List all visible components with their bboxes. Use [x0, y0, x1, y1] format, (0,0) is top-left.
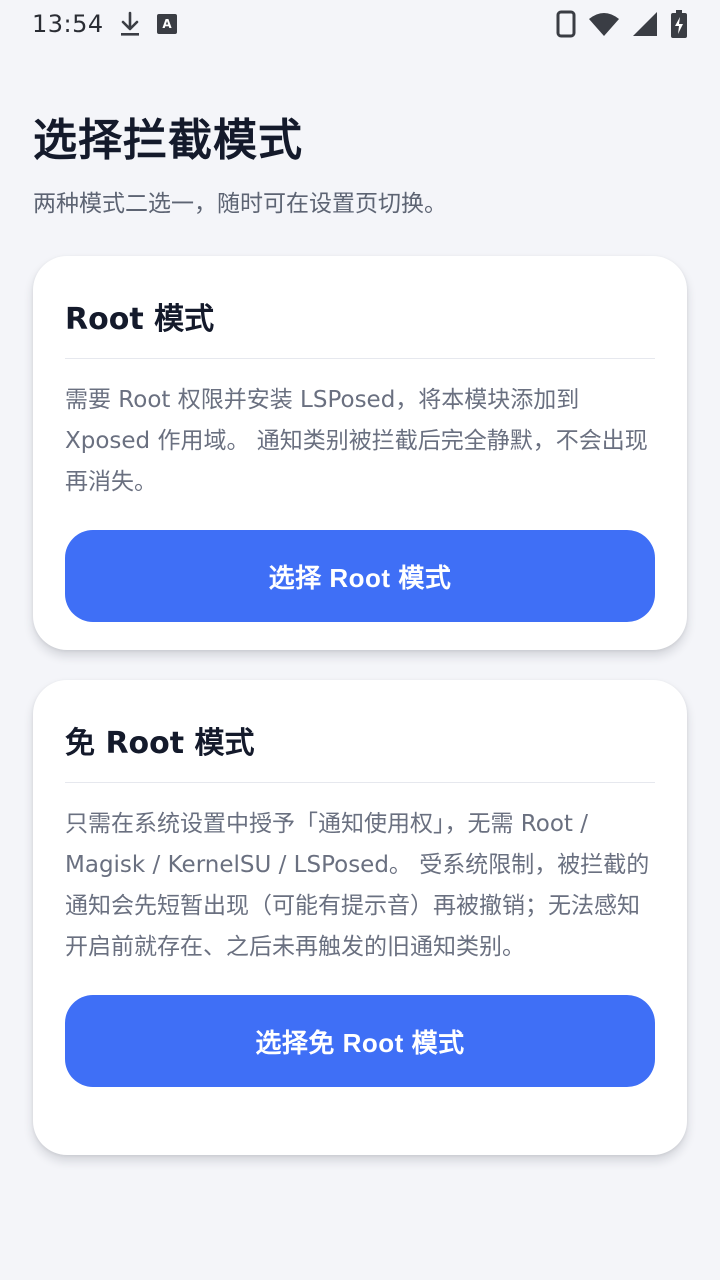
no-root-mode-card: 免 Root 模式 只需在系统设置中授予「通知使用权」，无需 Root / Ma…: [33, 680, 687, 1155]
status-time: 13:54: [32, 10, 104, 38]
status-bar: 13:54 A: [0, 0, 720, 48]
no-root-mode-description: 只需在系统设置中授予「通知使用权」，无需 Root / Magisk / Ker…: [65, 811, 650, 960]
phone-icon: [556, 10, 576, 38]
select-no-root-mode-button[interactable]: 选择免 Root 模式: [65, 995, 655, 1087]
download-icon: [118, 11, 142, 37]
page-subtitle: 两种模式二选一，随时可在设置页切换。: [33, 191, 447, 217]
keyboard-a-icon: A: [156, 13, 178, 35]
root-mode-title: Root 模式: [65, 302, 215, 337]
select-root-mode-button[interactable]: 选择 Root 模式: [65, 530, 655, 622]
cellular-signal-icon: [632, 11, 658, 37]
root-mode-card: Root 模式 需要 Root 权限并安装 LSPosed，将本模块添加到 Xp…: [33, 256, 687, 650]
no-root-mode-title: 免 Root 模式: [65, 726, 255, 761]
wifi-icon: [588, 11, 620, 37]
card-divider: [65, 358, 655, 359]
root-mode-description: 需要 Root 权限并安装 LSPosed，将本模块添加到 Xposed 作用域…: [65, 387, 648, 495]
status-right: [556, 9, 688, 39]
page-title: 选择拦截模式: [33, 115, 303, 166]
status-left: 13:54 A: [32, 10, 178, 38]
card-divider: [65, 782, 655, 783]
battery-charging-icon: [670, 9, 688, 39]
svg-text:A: A: [162, 17, 172, 31]
